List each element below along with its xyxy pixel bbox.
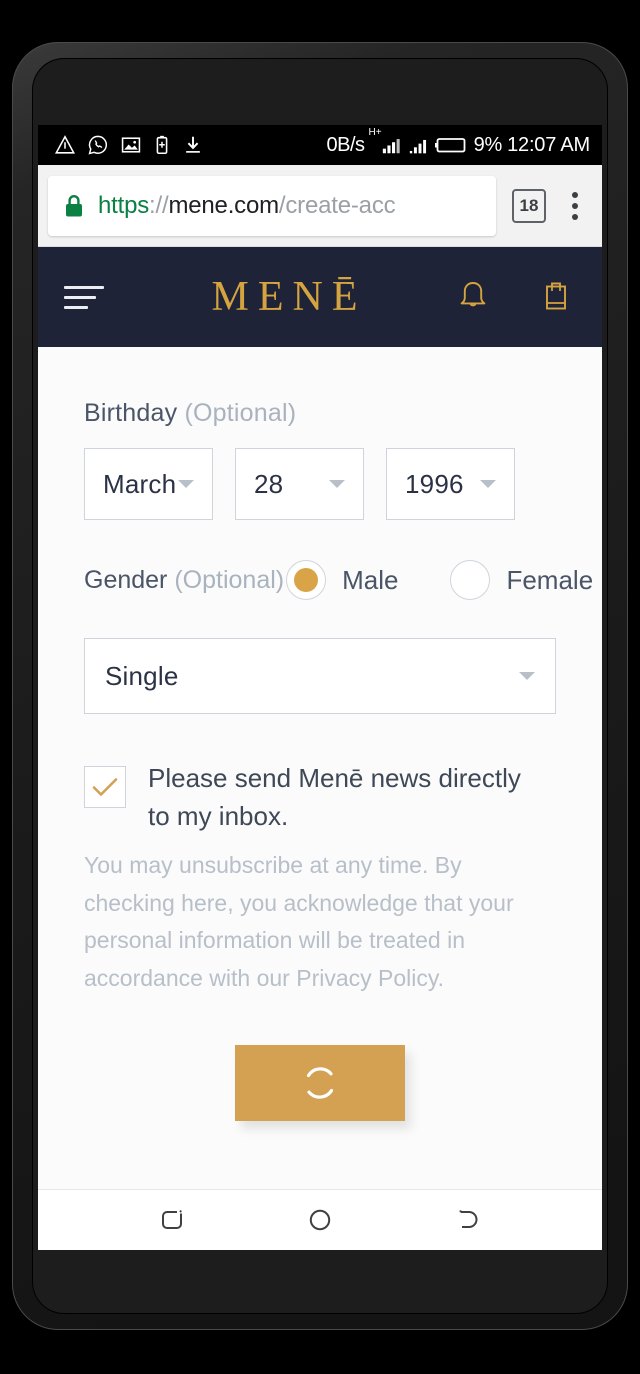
- url-bar[interactable]: https://mene.com/create-acc: [48, 175, 496, 236]
- screenshot-icon: [121, 137, 141, 153]
- status-bar-notifications: [54, 134, 204, 156]
- kebab-dot: [572, 202, 578, 209]
- url-scheme: https: [98, 191, 150, 219]
- birthday-year-select[interactable]: 1996: [386, 448, 515, 520]
- recent-apps-icon[interactable]: [157, 1205, 187, 1235]
- home-icon[interactable]: [305, 1205, 335, 1235]
- birthday-year-value: 1996: [405, 468, 464, 499]
- chevron-down-icon: [519, 672, 535, 680]
- network-speed: 0B/s: [326, 133, 365, 156]
- browser-toolbar: https://mene.com/create-acc 18: [38, 165, 602, 247]
- battery-icon: [434, 138, 465, 153]
- birthday-label: Birthday (Optional): [84, 399, 556, 428]
- url-separator: ://: [149, 191, 169, 219]
- brand-logo[interactable]: MENĒ: [104, 273, 456, 321]
- gender-label-text: Gender: [84, 565, 168, 594]
- hamburger-line: [64, 295, 96, 299]
- checkmark-icon: [92, 778, 118, 796]
- chevron-down-icon: [329, 480, 345, 488]
- birthday-day-value: 28: [254, 468, 284, 499]
- url-host: mene.com: [168, 191, 279, 219]
- header-actions: [456, 278, 576, 316]
- radio-female-label: Female: [506, 564, 594, 595]
- status-bar-system: 0B/s H+ 9% 12:07 AM: [326, 127, 590, 157]
- chevron-down-icon: [178, 480, 194, 488]
- relationship-status-select[interactable]: Single: [84, 638, 556, 714]
- gender-label: Gender (Optional): [84, 566, 284, 595]
- signal-bars-sim1-icon: [382, 139, 400, 154]
- download-icon: [186, 136, 200, 153]
- submit-button[interactable]: [235, 1045, 405, 1122]
- relationship-status-value: Single: [105, 660, 179, 691]
- site-header: MENĒ: [38, 247, 602, 347]
- clock: 12:07 AM: [507, 133, 590, 156]
- submit-row: [84, 1045, 556, 1122]
- android-nav-bar: [38, 1190, 602, 1250]
- screenshot-root: 0B/s H+ 9% 12:07 AM https://mene.com/cre…: [0, 0, 640, 1374]
- battery-saver-icon: [156, 135, 168, 155]
- gender-option-female[interactable]: Female: [450, 560, 593, 600]
- battery-percent: 9%: [473, 133, 503, 156]
- whatsapp-icon: [88, 135, 108, 155]
- birthday-month-select[interactable]: March: [84, 448, 213, 520]
- spinner-icon: [306, 1067, 334, 1099]
- url-display: https://mene.com/create-acc: [98, 191, 396, 220]
- kebab-dot: [572, 191, 578, 198]
- browser-menu-button[interactable]: [558, 191, 592, 220]
- birthday-optional-text: (Optional): [184, 399, 297, 427]
- newsletter-row: Please send Menē news directly to my inb…: [84, 760, 556, 835]
- create-account-form: Birthday (Optional) March 28 1996 Gender…: [38, 347, 602, 1190]
- gender-row: Gender (Optional) Male Female: [84, 560, 593, 600]
- android-status-bar: 0B/s H+ 9% 12:07 AM: [38, 125, 602, 165]
- hamburger-line: [64, 285, 104, 289]
- network-type: H+: [368, 127, 382, 138]
- radio-male-label: Male: [342, 564, 399, 595]
- gender-option-male[interactable]: Male: [286, 560, 398, 600]
- signal-bars-sim2-icon: [409, 139, 426, 154]
- kebab-dot: [572, 213, 578, 220]
- gender-optional-text: (Optional): [174, 565, 285, 594]
- tab-switcher-button[interactable]: 18: [512, 188, 546, 223]
- form-content: Birthday (Optional) March 28 1996 Gender…: [38, 399, 602, 1122]
- birthday-month-value: March: [103, 468, 177, 499]
- birthday-label-text: Birthday: [84, 399, 178, 427]
- newsletter-fineprint: You may unsubscribe at any time. By chec…: [84, 852, 514, 991]
- radio-male[interactable]: [286, 560, 327, 600]
- radio-female[interactable]: [450, 560, 491, 600]
- birthday-day-select[interactable]: 28: [235, 448, 364, 520]
- phone-screen: 0B/s H+ 9% 12:07 AM https://mene.com/cre…: [38, 125, 602, 1250]
- newsletter-label: Please send Menē news directly to my inb…: [148, 763, 521, 831]
- hamburger-line: [64, 305, 88, 309]
- shopping-bag-icon[interactable]: [540, 278, 572, 316]
- triangle-alert-icon: [54, 135, 76, 154]
- lock-icon: [66, 194, 82, 216]
- birthday-selects: March 28 1996: [84, 448, 556, 520]
- newsletter-checkbox[interactable]: [84, 766, 126, 808]
- url-path: /create-acc: [278, 191, 396, 219]
- bell-icon[interactable]: [456, 278, 490, 316]
- hamburger-icon[interactable]: [64, 285, 104, 309]
- content-divider: [38, 1189, 602, 1190]
- back-icon[interactable]: [453, 1205, 483, 1235]
- chevron-down-icon: [480, 480, 496, 488]
